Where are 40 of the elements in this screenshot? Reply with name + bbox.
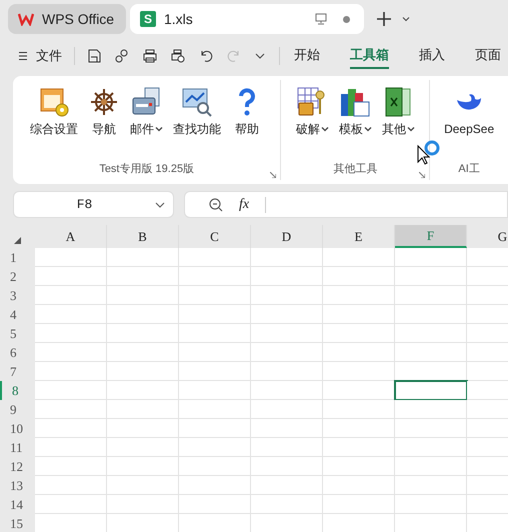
ribbon-button[interactable]: 查找功能 [173,86,222,160]
group-title: AI工 [458,162,480,176]
row-header[interactable]: 11 [0,438,35,457]
row-header[interactable]: 1 [0,248,35,267]
ribbon-tab[interactable]: 页面 [475,43,501,69]
tab-label: 1.xls [164,10,194,28]
formula-field[interactable]: fx [184,191,508,218]
row-header[interactable]: 14 [0,495,35,514]
name-box[interactable]: F8 [13,191,174,218]
row-header[interactable]: 9 [0,400,35,419]
ribbon-button[interactable]: 帮助 [231,86,264,160]
ribbon-tab[interactable]: 工具箱 [350,43,389,69]
ribbon-button[interactable]: DeepSee [444,86,494,160]
ribbon-button[interactable]: 导航 [88,86,120,160]
row-header[interactable]: 15 [0,514,35,532]
row-header[interactable]: 3 [0,286,35,305]
group-title: 其他工具 [333,162,378,176]
ribbon-tab[interactable]: 插入 [419,43,445,69]
function-label[interactable]: fx [239,194,250,215]
row-header[interactable]: 2 [0,267,35,286]
row-header[interactable]: 4 [0,305,35,324]
row-header[interactable]: 13 [0,476,35,495]
app-tab[interactable]: S 1.xls [130,4,364,34]
ribbon-button[interactable]: 模板 [338,86,372,160]
row-header[interactable]: 6 [0,343,35,362]
ribbon-button[interactable]: 综合设置 [30,86,78,160]
app-tab[interactable]: WPS Office [8,4,126,34]
row-header[interactable]: 5 [0,324,35,343]
row-header[interactable]: 12 [0,457,35,476]
ribbon-tab[interactable]: 开始 [294,43,320,69]
spreadsheet-badge: S [140,11,156,27]
tab-label: WPS Office [42,10,116,28]
cell-name: F8 [76,196,94,214]
row-header[interactable]: 10 [0,419,35,438]
row-header[interactable]: 7 [0,362,35,381]
file-menu[interactable]: 文件 [18,46,62,66]
ribbon-button[interactable]: 破解 [296,86,329,160]
ribbon-button[interactable]: 其他 [382,86,415,160]
group-title: Test专用版 19.25版 [99,162,194,176]
ribbon-button[interactable]: 邮件 [130,86,164,160]
